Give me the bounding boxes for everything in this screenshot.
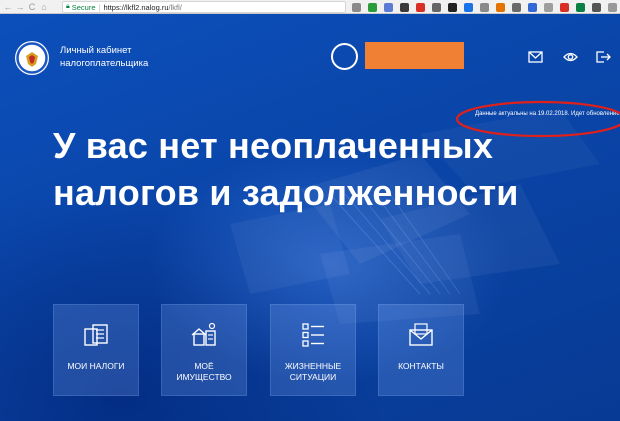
- url-path: /lkfl/: [168, 2, 182, 12]
- extension-icon[interactable]: [576, 2, 585, 12]
- back-button[interactable]: ←: [2, 0, 14, 14]
- tile-label: Мои налоги: [67, 361, 125, 371]
- tile-contacts[interactable]: Контакты: [378, 304, 464, 396]
- headline-line-2: налогов и задолженности: [53, 172, 519, 213]
- logout-icon[interactable]: [596, 51, 611, 63]
- tile-life-situations[interactable]: Жизненные ситуации: [270, 304, 356, 396]
- extension-icon[interactable]: [384, 2, 393, 12]
- avatar-button[interactable]: [331, 43, 358, 70]
- brand-line-1: Личный кабинет: [60, 45, 132, 56]
- reload-button[interactable]: C: [26, 0, 38, 14]
- extension-icon[interactable]: [448, 2, 457, 12]
- headline-line-1: У вас нет неоплаченных: [53, 125, 494, 166]
- extension-icon[interactable]: [496, 2, 505, 12]
- address-separator: |: [98, 2, 101, 12]
- list-icon: [302, 323, 324, 347]
- lock-icon: 🔒︎: [66, 3, 70, 10]
- page-content: Личный кабинет налогоплательщика Данные …: [0, 14, 620, 421]
- extension-icon[interactable]: [464, 2, 473, 12]
- envelope-icon: [409, 323, 433, 346]
- tax-documents-icon: [84, 324, 108, 346]
- extension-icon[interactable]: [608, 2, 617, 12]
- tile-label: Моё имущество: [176, 361, 232, 382]
- extension-icon[interactable]: [512, 2, 521, 12]
- secure-label: Secure: [71, 2, 96, 12]
- brand-line-2: налогоплательщика: [60, 58, 149, 69]
- tile-label: Контакты: [398, 361, 444, 371]
- property-icon: [191, 322, 216, 346]
- extension-icon[interactable]: [432, 2, 441, 12]
- extension-icon[interactable]: [480, 2, 489, 12]
- extension-icon[interactable]: [352, 2, 361, 12]
- extension-icons: [352, 0, 620, 14]
- brand-title[interactable]: Личный кабинет налогоплательщика: [60, 44, 148, 70]
- forward-button[interactable]: →: [14, 0, 26, 14]
- extension-icon[interactable]: [416, 2, 425, 12]
- mail-icon[interactable]: [528, 51, 543, 63]
- extension-icon[interactable]: [368, 2, 377, 12]
- extension-icon[interactable]: [592, 2, 601, 12]
- extension-icon[interactable]: [528, 2, 537, 12]
- redacted-username-bar[interactable]: [365, 42, 464, 69]
- home-button[interactable]: ⌂: [38, 0, 50, 14]
- tile-my-property[interactable]: Моё имущество: [161, 304, 247, 396]
- eye-icon[interactable]: [563, 51, 578, 63]
- url-host: https://lkfl2.nalog.ru: [103, 2, 169, 12]
- fns-emblem-logo[interactable]: [14, 40, 50, 76]
- address-bar[interactable]: 🔒︎ Secure | https://lkfl2.nalog.ru/lkfl/: [62, 1, 346, 13]
- extension-icon[interactable]: [544, 2, 553, 12]
- tile-my-taxes[interactable]: Мои налоги: [53, 304, 139, 396]
- extension-icon[interactable]: [560, 2, 569, 12]
- extension-icon[interactable]: [400, 2, 409, 12]
- tile-label: Жизненные ситуации: [284, 361, 342, 382]
- browser-toolbar: ← → C ⌂ 🔒︎ Secure | https://lkfl2.nalog.…: [0, 0, 620, 14]
- page-headline: У вас нет неоплаченных налогов и задолже…: [53, 122, 519, 216]
